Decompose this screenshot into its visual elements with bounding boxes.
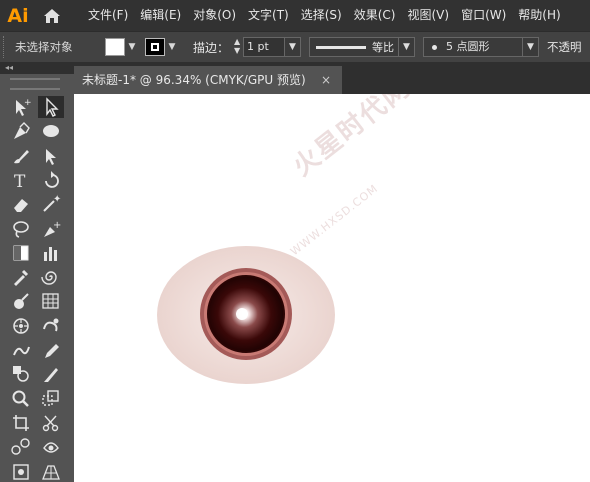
menu-item-5[interactable]: 效果(C) [348, 0, 402, 31]
opacity-label[interactable]: 不透明 [547, 39, 582, 55]
document-tab-title: 未标题-1* @ 96.34% (CMYK/GPU 预览) [82, 73, 306, 87]
toolbox-collapse-icon[interactable]: ◂◂ [0, 62, 74, 74]
stroke-profile-line [316, 46, 367, 49]
lasso-tool-icon[interactable] [8, 218, 34, 240]
perspective-grid-tool-icon[interactable] [38, 461, 64, 482]
stroke-weight-dropdown-icon[interactable]: ▼ [285, 37, 302, 57]
brush-dot-icon [432, 45, 438, 50]
brush-label: 5 点圆形 [446, 40, 490, 53]
menu-item-0[interactable]: 文件(F) [82, 0, 134, 31]
artboard-canvas[interactable]: 火星时代网 WWW.HXSD.COM [74, 94, 590, 482]
gradient-tool-icon[interactable] [8, 242, 34, 264]
anchor-point-tool-icon[interactable]: + [8, 96, 34, 118]
menu-item-7[interactable]: 窗口(W) [455, 0, 512, 31]
scale-tool-icon[interactable] [38, 388, 64, 410]
stroke-dropdown-icon[interactable]: ▼ [165, 38, 179, 56]
menu-item-6[interactable]: 视图(V) [401, 0, 455, 31]
paintbrush-tool-icon[interactable] [8, 145, 34, 167]
symbol-sprayer-icon[interactable] [8, 315, 34, 337]
mesh-tool-icon[interactable] [38, 290, 64, 312]
menu-bar: Ai 文件(F) 编辑(E) 对象(O) 文字(T) 选择(S) 效果(C) 视图(V) 窗口… [0, 0, 590, 31]
menu-item-3[interactable]: 文字(T) [242, 0, 295, 31]
spiral-tool-icon[interactable] [38, 266, 64, 288]
pencil-tool-icon[interactable] [38, 339, 64, 361]
type-tool-icon[interactable]: T [8, 169, 34, 191]
shape-builder-tool-icon[interactable] [8, 363, 34, 385]
selection-status: 未选择对象 [15, 40, 73, 54]
column-graph-tool-icon[interactable] [38, 242, 64, 264]
control-bar: 未选择对象 ▼ ▼ 描边： ▲ ▼ 1 pt ▼ 等比 ▼ 5 点圆形 ▼ 不透明 [0, 31, 590, 62]
panel-grip[interactable] [3, 36, 9, 58]
app-logo: Ai [7, 4, 29, 27]
free-transform-tool-icon[interactable] [8, 461, 34, 482]
puppet-warp-tool-icon[interactable] [8, 339, 34, 361]
ellipse-tool-icon[interactable] [38, 120, 64, 142]
stroke-profile-label: 等比 [372, 41, 395, 54]
document-tab-strip: 未标题-1* @ 96.34% (CMYK/GPU 预览) × [74, 62, 590, 94]
fill-color-swatch[interactable] [105, 38, 125, 56]
zoom-tool-icon[interactable] [8, 388, 34, 410]
blend-tool-icon[interactable] [8, 436, 34, 458]
eyedropper-tool-icon[interactable] [8, 266, 34, 288]
svg-text:+: + [53, 220, 61, 231]
stroke-color-swatch[interactable] [145, 38, 165, 56]
document-tab[interactable]: 未标题-1* @ 96.34% (CMYK/GPU 预览) × [74, 66, 342, 94]
brush-dropdown-icon[interactable]: ▼ [523, 37, 540, 57]
stroke-label[interactable]: 描边： [193, 39, 229, 56]
blob-brush-tool-icon[interactable] [8, 290, 34, 312]
knife-tool-icon[interactable] [38, 363, 64, 385]
fill-dropdown-icon[interactable]: ▼ [125, 38, 139, 56]
stroke-profile-dropdown-icon[interactable]: ▼ [399, 37, 416, 57]
menu-item-2[interactable]: 对象(O) [187, 0, 242, 31]
stroke-weight-input[interactable]: 1 pt [243, 37, 286, 57]
shaper-tool-icon[interactable] [38, 315, 64, 337]
variable-width-profile[interactable]: 等比 [309, 37, 400, 57]
rotate-tool-icon[interactable] [38, 169, 64, 191]
pen-add-anchor-icon[interactable]: + [38, 218, 64, 240]
eye-highlight[interactable] [236, 308, 248, 320]
brush-definition[interactable]: 5 点圆形 [423, 37, 524, 57]
main-menu: 文件(F) 编辑(E) 对象(O) 文字(T) 选择(S) 效果(C) 视图(V) 窗口(W)… [82, 0, 567, 31]
close-tab-icon[interactable]: × [321, 66, 331, 94]
scissors-tool-icon[interactable] [38, 412, 64, 434]
toolbox-grip[interactable] [10, 78, 60, 90]
svg-text:+: + [24, 98, 32, 108]
direct-selection-tool-icon[interactable] [38, 96, 64, 118]
menu-item-4[interactable]: 选择(S) [295, 0, 348, 31]
direct-select-arrow-icon[interactable] [38, 145, 64, 167]
pen-tool-icon[interactable] [8, 120, 34, 142]
svg-text:✦: ✦ [53, 194, 61, 205]
live-paint-tool-icon[interactable] [38, 436, 64, 458]
tools-panel: + T ✦ + [0, 74, 74, 482]
menu-item-8[interactable]: 帮助(H) [512, 0, 566, 31]
magic-wand-tool-icon[interactable]: ✦ [38, 193, 64, 215]
menu-item-1[interactable]: 编辑(E) [134, 0, 187, 31]
svg-text:T: T [14, 172, 26, 191]
eraser-tool-icon[interactable] [8, 193, 34, 215]
home-icon[interactable] [36, 0, 68, 31]
artboard-tool-icon[interactable] [8, 412, 34, 434]
stroke-weight-stepper[interactable]: ▲ ▼ [231, 37, 243, 57]
